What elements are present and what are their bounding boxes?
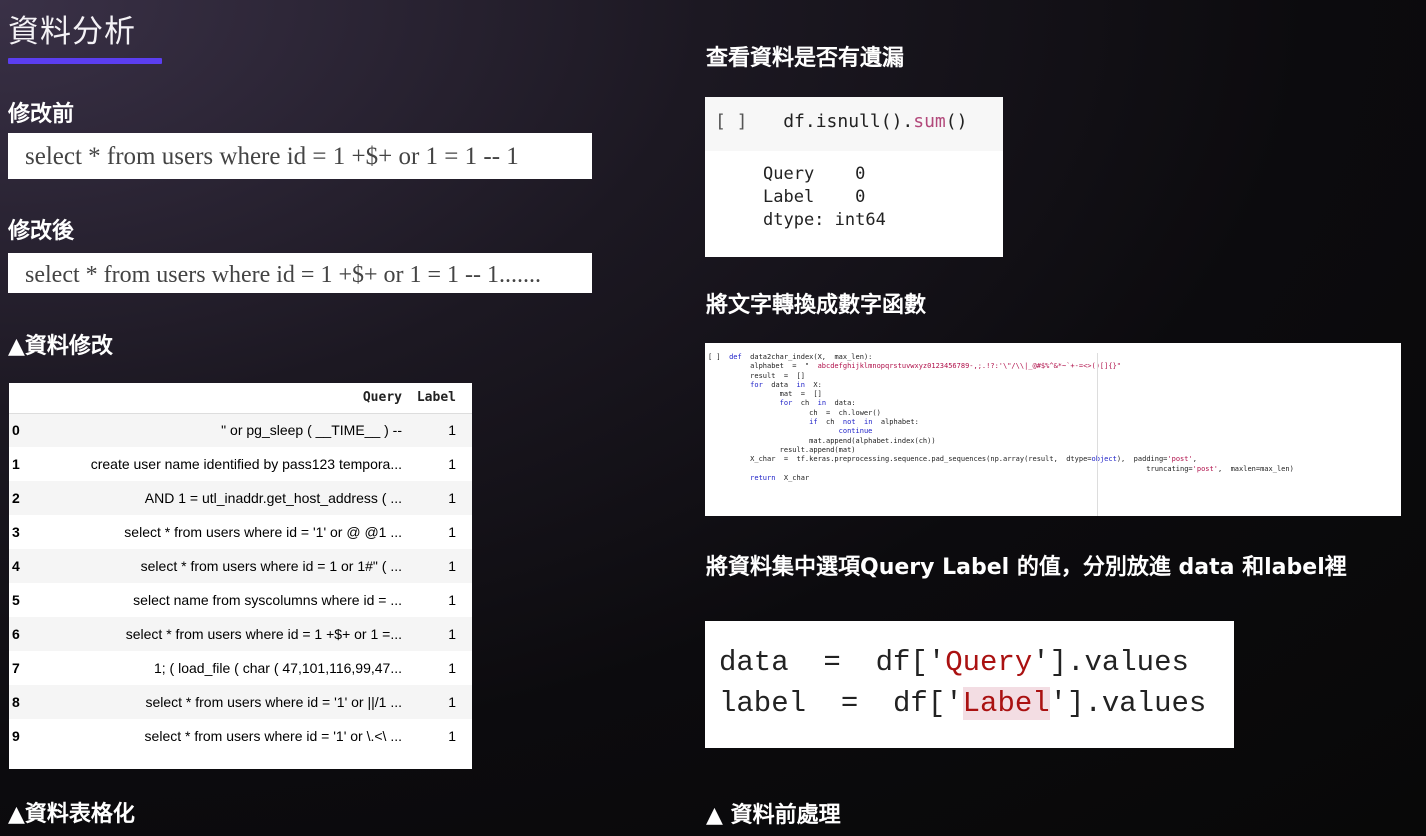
code-label-str: Label: [962, 687, 1050, 720]
before-code: select * from users where id = 1 +$+ or …: [25, 143, 519, 170]
table-row: 1 create user name identified by pass123 …: [9, 447, 472, 481]
table-row: 6 select * from users where id = 1 +$+ or…: [9, 617, 472, 651]
after-code: select * from users where id = 1 +$+ or …: [25, 262, 542, 288]
caption-modify: ▲資料修改: [8, 334, 113, 359]
header-query: Query: [29, 383, 412, 414]
row-label: 1: [448, 728, 456, 744]
row-query: select * from users where id = 1 +$+ or …: [29, 617, 412, 651]
code-label-a: label = df[': [719, 687, 963, 720]
row-index: 7: [12, 660, 20, 676]
table-row: 7 1; ( load_file ( char ( 47,101,116,99,4…: [9, 651, 472, 685]
split-code: data = df['Query'].values label = df['La…: [705, 621, 1234, 724]
row-label: 1: [412, 481, 472, 515]
isnull-code-fn: sum: [913, 111, 946, 132]
row-index: 4: [9, 549, 29, 583]
after-label: 修改後: [8, 219, 75, 244]
row-query: select * from users where id = 1 or 1#" …: [29, 549, 412, 583]
row-query: select * from users where id = '1' or ||…: [29, 685, 412, 719]
row-index: 9: [12, 728, 20, 744]
code-data-b: '].values: [1032, 646, 1189, 679]
row-index: 8: [9, 685, 29, 719]
table-row: 9 select * from users where id = '1' or \…: [9, 719, 472, 753]
data2char-code: [ ] def data2char_index(X, max_len): alp…: [708, 353, 1294, 482]
isnull-cell-input: [ ] df.isnull().sum(): [705, 97, 1003, 151]
isnull-code-prefix: df.isnull().: [783, 111, 914, 132]
after-code-box: select * from users where id = 1 +$+ or …: [8, 253, 592, 293]
header-label: Label: [412, 383, 472, 414]
row-query: select * from users where id = '1' or @ …: [124, 524, 402, 540]
table-row: 4 select * from users where id = 1 or 1#"…: [9, 549, 472, 583]
row-index: 3: [12, 524, 20, 540]
table-row: 3 select * from users where id = '1' or @…: [9, 515, 472, 549]
row-index: 6: [9, 617, 29, 651]
table-header-row: Query Label: [9, 383, 472, 414]
isnull-output: Query 0 Label 0 dtype: int64: [763, 164, 886, 230]
data2char-code-screenshot: [ ] def data2char_index(X, max_len): alp…: [705, 343, 1401, 516]
caption-table: ▲資料表格化: [8, 802, 135, 827]
table-row: 8 select * from users where id = '1' or |…: [9, 685, 472, 719]
heading-split: 將資料集中選項Query Label 的值，分別放進 data 和label裡: [706, 555, 1347, 580]
header-index: [9, 383, 29, 414]
row-query: select * from users where id = '1' or \.…: [144, 728, 402, 744]
row-label: 1: [412, 413, 472, 447]
cell-run-prompt[interactable]: [ ]: [715, 111, 748, 132]
row-label: 1: [448, 660, 456, 676]
page-title: 資料分析: [8, 14, 136, 50]
code-divider: [1097, 353, 1098, 516]
caption-preprocess: ▲ 資料前處理: [706, 803, 841, 828]
row-index: 5: [12, 592, 20, 608]
heading-missing: 查看資料是否有遺漏: [706, 46, 905, 71]
row-index: 2: [9, 481, 29, 515]
table-row: 0 " or pg_sleep ( __TIME__ ) -- 1: [9, 413, 472, 447]
heading-convert: 將文字轉換成數字函數: [706, 293, 927, 318]
before-label: 修改前: [8, 102, 75, 127]
isnull-cell: [ ] df.isnull().sum() Query 0 Label 0 dt…: [705, 97, 1003, 257]
table-row: 2 AND 1 = utl_inaddr.get_host_address ( .…: [9, 481, 472, 515]
code-data-str: Query: [945, 646, 1033, 679]
row-label: 1: [448, 592, 456, 608]
split-code-screenshot: data = df['Query'].values label = df['La…: [705, 621, 1234, 748]
code-data-a: data = df[': [719, 646, 946, 679]
row-index: 0: [9, 413, 29, 447]
row-query: AND 1 = utl_inaddr.get_host_address ( ..…: [29, 481, 412, 515]
row-query: " or pg_sleep ( __TIME__ ) --: [29, 413, 412, 447]
row-query: create user name identified by pass123 t…: [90, 456, 402, 472]
code-label-b: '].values: [1049, 687, 1207, 720]
before-code-box: select * from users where id = 1 +$+ or …: [8, 133, 592, 179]
row-label: 1: [448, 456, 456, 472]
row-label: 1: [448, 524, 456, 540]
title-underline: [8, 58, 162, 64]
row-label: 1: [412, 685, 472, 719]
row-query: 1; ( load_file ( char ( 47,101,116,99,47…: [153, 660, 402, 676]
row-label: 1: [412, 549, 472, 583]
isnull-code-suffix: (): [945, 111, 968, 132]
dataframe-table: Query Label 0 " or pg_sleep ( __TIME__ ) …: [9, 383, 472, 769]
row-query: select name from syscolumns where id = .…: [133, 592, 402, 608]
table-row: 5 select name from syscolumns where id = …: [9, 583, 472, 617]
row-label: 1: [412, 617, 472, 651]
row-index: 1: [12, 456, 20, 472]
